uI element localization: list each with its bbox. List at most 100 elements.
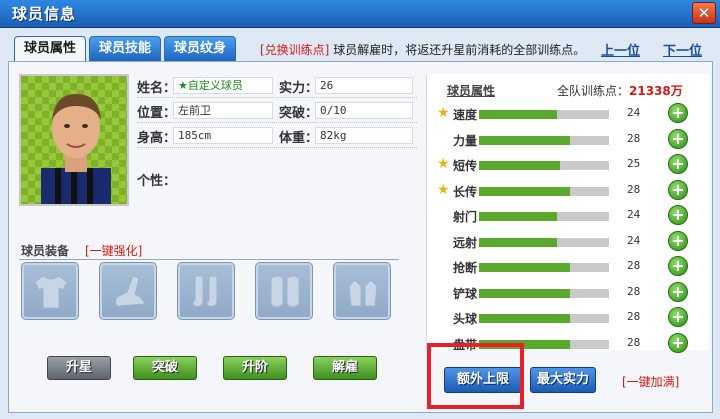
attribute-value: 28 [627,259,641,272]
attribute-value: 28 [627,284,641,298]
breakthrough-value: 0/10 [315,102,413,119]
attribute-bar-fill [479,161,561,170]
attribute-row: 抢断 28 + [427,254,710,280]
attribute-bar-fill [479,186,570,196]
equip-slot-socks[interactable] [177,262,235,320]
attribute-name: 短传 [452,159,477,173]
equip-slot-boots[interactable] [99,262,157,320]
rank-up-button[interactable]: 升阶 [223,356,287,380]
attribute-bar-fill [479,110,557,119]
plus-icon[interactable]: + [668,230,688,251]
attribute-value: 28 [627,182,641,196]
attribute-value: 24 [627,106,641,119]
close-button[interactable]: ✕ [692,2,716,24]
attribute-bar-fill [479,237,557,247]
height-label: 身高： [137,131,177,146]
exchange-notice: [兑换训练点] 球员解雇时，将返还升星前消耗的全部训练点。 [260,41,585,58]
one-key-enhance-link[interactable]: [一键强化] [85,242,142,259]
tab-player-skills[interactable]: 球员技能 [89,36,162,62]
plus-icon[interactable]: + [668,332,688,353]
attribute-bar-fill [479,135,570,145]
divider [137,97,417,98]
plus-icon[interactable]: + [668,281,688,302]
exchange-points-link[interactable]: [兑换训练点] [260,43,329,57]
attribute-bar [479,135,609,145]
attribute-name: 长传 [452,184,477,199]
weight-value: 82kg [315,127,413,144]
attribute-value: 24 [627,208,641,221]
dismiss-button[interactable]: 解雇 [313,356,377,380]
attribute-name: 抢断 [452,261,477,275]
plus-icon[interactable]: + [668,179,688,200]
star-up-button[interactable]: 升星 [47,356,111,380]
boot-icon [114,275,146,307]
attribute-bar-fill [479,263,570,272]
attribute-row: 铲球 28 + [427,280,710,306]
attribute-bar-fill [479,288,570,298]
star-icon: ★ [437,156,450,172]
next-player-link[interactable]: 下一位 [663,40,702,59]
attribute-bar [479,212,609,221]
attribute-bar [479,110,609,119]
attribute-value: 28 [627,335,641,349]
plus-icon[interactable]: + [668,103,688,123]
strength-value: 26 [315,77,413,94]
plus-icon[interactable]: + [668,205,688,225]
position-label: 位置： [137,106,177,121]
attribute-value: 28 [627,131,641,145]
sock-icon [192,275,218,307]
tab-player-attributes[interactable]: 球员属性 [14,36,87,62]
attribute-name: 射门 [452,210,477,224]
max-strength-button[interactable]: 最大实力 [530,367,596,393]
breakthrough-button[interactable]: 突破 [133,356,197,380]
attribute-bar [479,237,609,247]
attribute-row: 射门 24 + [427,203,710,229]
plus-icon[interactable]: + [668,154,688,174]
breakthrough-label: 突破： [279,106,319,121]
attribute-name: 远射 [452,235,477,250]
tab-player-tattoo[interactable]: 球员纹身 [164,36,237,62]
main-panel: 姓名： ★自定义球员 实力： 26 位置： 左前卫 突破： 0/10 身高： 1… [8,61,713,413]
equipment-header: 球员装备 [一键强化] [19,240,399,260]
attribute-bar [479,161,609,170]
attribute-value: 24 [627,233,641,247]
attribute-row: 力量 28 + [427,127,710,153]
tab-bar: 球员属性 球员技能 球员纹身 [14,36,237,62]
equip-slot-shin-guards[interactable] [255,262,313,320]
exchange-notice-text: 球员解雇时，将返还升星前消耗的全部训练点。 [333,43,586,57]
team-training-points: 全队训练点：21338万 [557,82,683,99]
player-portrait [19,74,129,206]
attribute-bar [479,288,609,298]
attribute-bar-fill [479,212,557,221]
shin-guard-icon [270,275,300,308]
divider [137,147,417,148]
player-avatar [41,94,111,204]
prev-player-link[interactable]: 上一位 [601,40,640,59]
team-points-label: 全队训练点： [557,84,630,98]
window-frame: 球员属性 球员技能 球员纹身 [兑换训练点] 球员解雇时，将返还升星前消耗的全部… [0,28,720,419]
equipment-title: 球员装备 [21,244,70,258]
attribute-row: ★ 长传 28 + [427,178,710,204]
strength-label: 实力： [279,81,319,96]
jersey-icon [34,275,68,309]
height-value: 185cm [173,127,273,144]
attribute-row: ★ 速度 24 + [427,101,710,127]
attribute-row: 头球 28 + [427,305,710,331]
trait-label: 个性： [137,174,177,189]
star-icon: ★ [437,181,450,198]
glove-icon [348,279,378,307]
attribute-name: 力量 [452,133,477,148]
plus-icon[interactable]: + [668,307,688,327]
info-row-name: 姓名： ★自定义球员 实力： 26 [137,74,417,98]
one-key-max-link[interactable]: [一键加满] [622,373,679,390]
info-row-position: 位置： 左前卫 突破： 0/10 [137,99,417,123]
equip-slot-gloves[interactable] [333,262,391,320]
player-info: 姓名： ★自定义球员 实力： 26 位置： 左前卫 突破： 0/10 身高： 1… [137,74,417,149]
plus-icon[interactable]: + [668,128,688,149]
plus-icon[interactable]: + [668,256,688,276]
attribute-title: 球员属性 [447,84,496,98]
attribute-row: ★ 短传 25 + [427,152,710,178]
highlight-box [427,343,524,409]
star-icon: ★ [437,105,450,121]
equip-slot-jersey[interactable] [21,262,79,320]
